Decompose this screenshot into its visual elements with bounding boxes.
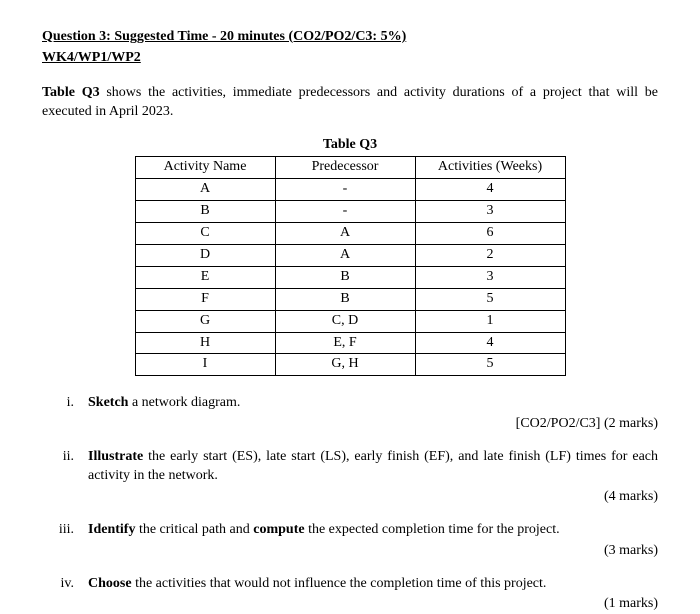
question-codes: WK4/WP1/WP2	[42, 49, 658, 68]
part-iv: iv. Choose the activities that would not…	[42, 575, 658, 614]
part-iii-marks: (3 marks)	[88, 542, 658, 561]
part-ii-bold: Illustrate	[88, 449, 143, 464]
cell-pred: B	[275, 266, 415, 288]
cell-dur: 5	[415, 288, 565, 310]
table-row: A-4	[135, 179, 565, 201]
cell-dur: 1	[415, 310, 565, 332]
cell-name: F	[135, 288, 275, 310]
question-parts: i. Sketch a network diagram. [CO2/PO2/C3…	[42, 394, 658, 614]
table-row: IG, H5	[135, 354, 565, 376]
cell-pred: A	[275, 245, 415, 267]
table-row: DA2	[135, 245, 565, 267]
part-iv-bold: Choose	[88, 576, 132, 591]
cell-dur: 4	[415, 179, 565, 201]
cell-dur: 6	[415, 223, 565, 245]
table-row: CA6	[135, 223, 565, 245]
roman-iv: iv.	[42, 575, 88, 614]
cell-pred: -	[275, 179, 415, 201]
activity-table: Activity Name Predecessor Activities (We…	[135, 156, 566, 376]
cell-pred: C, D	[275, 310, 415, 332]
cell-name: G	[135, 310, 275, 332]
part-iii-bold1: Identify	[88, 522, 135, 537]
cell-name: E	[135, 266, 275, 288]
part-i-marks: [CO2/PO2/C3] (2 marks)	[88, 415, 658, 434]
cell-pred: A	[275, 223, 415, 245]
part-i-bold: Sketch	[88, 395, 128, 410]
part-iii-mid: the critical path and	[135, 522, 253, 537]
part-iii-rest: the expected completion time for the pro…	[305, 522, 560, 537]
table-row: B-3	[135, 201, 565, 223]
cell-dur: 5	[415, 354, 565, 376]
part-iii-content: Identify the critical path and compute t…	[88, 521, 658, 561]
roman-iii: iii.	[42, 521, 88, 561]
table-row: FB5	[135, 288, 565, 310]
cell-name: B	[135, 201, 275, 223]
intro-paragraph: Table Q3 shows the activities, immediate…	[42, 84, 658, 122]
roman-ii: ii.	[42, 448, 88, 507]
intro-bold: Table Q3	[42, 85, 100, 100]
table-row: EB3	[135, 266, 565, 288]
table-container: Table Q3 Activity Name Predecessor Activ…	[42, 136, 658, 377]
cell-dur: 2	[415, 245, 565, 267]
table-header-row: Activity Name Predecessor Activities (We…	[135, 157, 565, 179]
part-iv-marks: (1 marks)	[88, 595, 658, 614]
cell-name: H	[135, 332, 275, 354]
question-header: Question 3: Suggested Time - 20 minutes …	[42, 28, 658, 47]
cell-pred: G, H	[275, 354, 415, 376]
part-ii: ii. Illustrate the early start (ES), lat…	[42, 448, 658, 507]
cell-pred: -	[275, 201, 415, 223]
part-ii-marks: (4 marks)	[88, 488, 658, 507]
part-iv-rest: the activities that would not influence …	[132, 576, 547, 591]
cell-name: I	[135, 354, 275, 376]
part-ii-rest: the early start (ES), late start (LS), e…	[88, 449, 658, 483]
cell-name: A	[135, 179, 275, 201]
cell-name: D	[135, 245, 275, 267]
table-row: HE, F4	[135, 332, 565, 354]
th-activity-name: Activity Name	[135, 157, 275, 179]
part-i-rest: a network diagram.	[128, 395, 240, 410]
cell-name: C	[135, 223, 275, 245]
part-iii-bold2: compute	[253, 522, 304, 537]
table-row: GC, D1	[135, 310, 565, 332]
part-i: i. Sketch a network diagram. [CO2/PO2/C3…	[42, 394, 658, 434]
cell-dur: 3	[415, 266, 565, 288]
cell-dur: 3	[415, 201, 565, 223]
part-ii-content: Illustrate the early start (ES), late st…	[88, 448, 658, 507]
cell-pred: B	[275, 288, 415, 310]
part-iii: iii. Identify the critical path and comp…	[42, 521, 658, 561]
cell-dur: 4	[415, 332, 565, 354]
table-title: Table Q3	[323, 136, 377, 155]
part-iv-content: Choose the activities that would not inf…	[88, 575, 658, 614]
roman-i: i.	[42, 394, 88, 434]
th-predecessor: Predecessor	[275, 157, 415, 179]
part-i-content: Sketch a network diagram. [CO2/PO2/C3] (…	[88, 394, 658, 434]
cell-pred: E, F	[275, 332, 415, 354]
th-duration: Activities (Weeks)	[415, 157, 565, 179]
intro-rest: shows the activities, immediate predeces…	[42, 85, 658, 119]
